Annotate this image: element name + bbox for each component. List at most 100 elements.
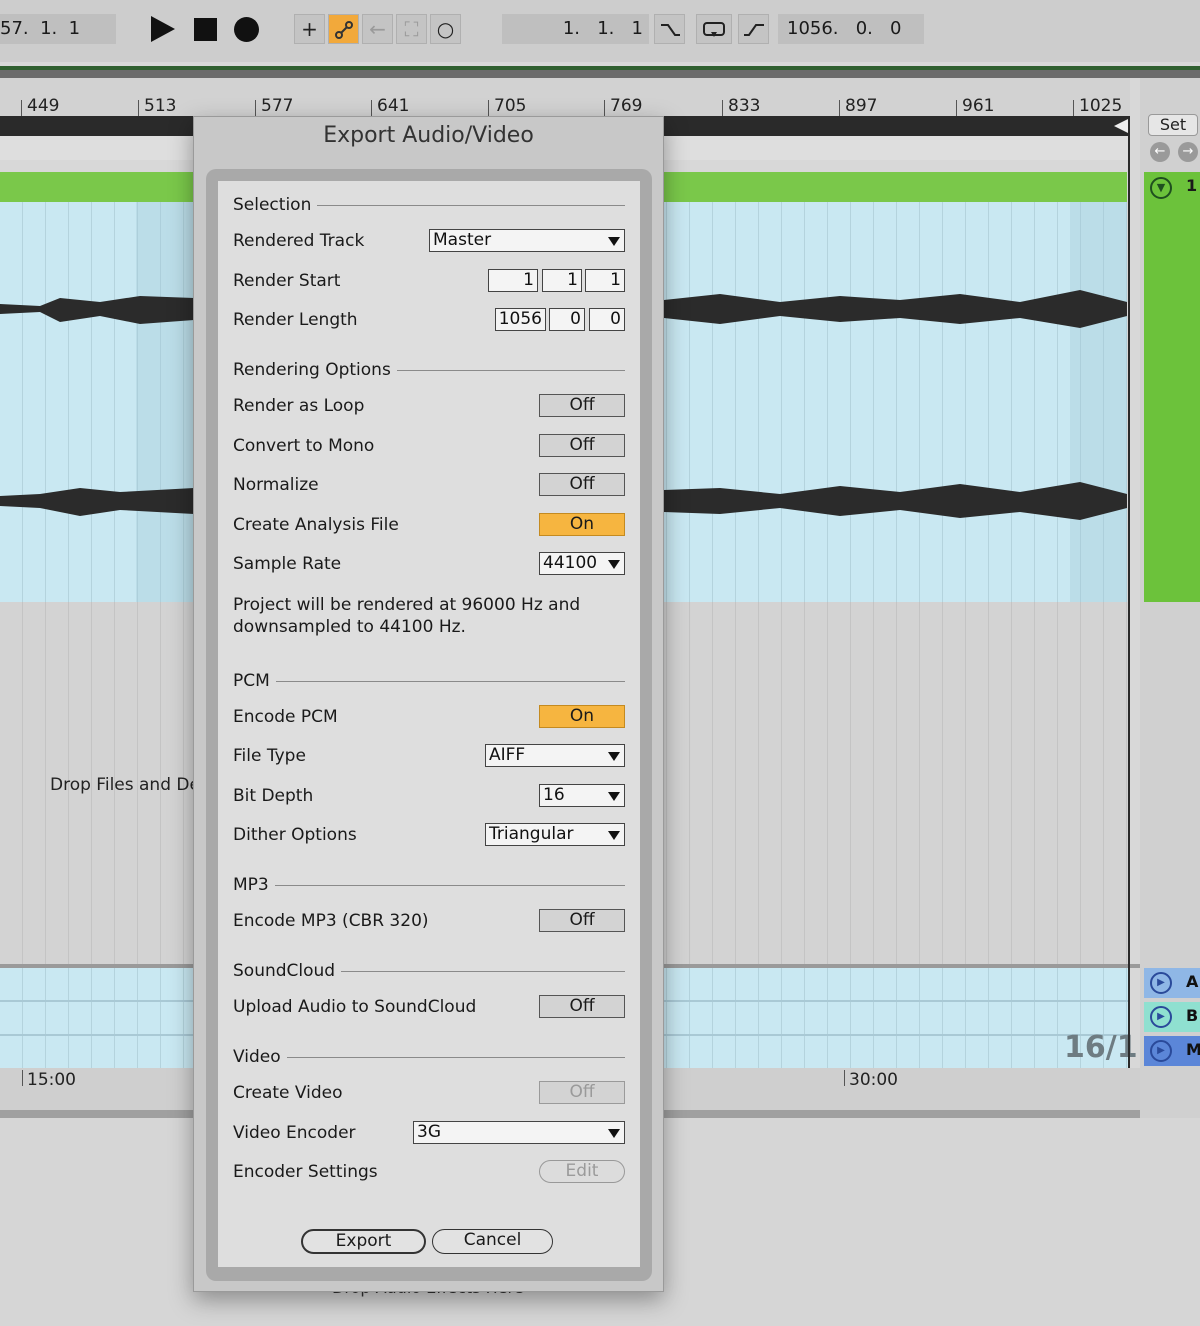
ruler-tick: 897 [838, 96, 878, 116]
play-icon[interactable] [151, 16, 175, 42]
time-marker: 15:00 [22, 1070, 76, 1090]
convert-to-mono-toggle[interactable]: Off [539, 434, 625, 457]
record-icon[interactable] [234, 17, 259, 42]
section-video: Video [233, 1043, 625, 1071]
encode-pcm-row: Encode PCM On [233, 703, 625, 731]
rendered-track-row: Rendered Track Master [233, 227, 625, 255]
section-selection: Selection [233, 191, 625, 219]
render-start-bar-field[interactable]: 1 [488, 269, 538, 292]
ruler-tick: 513 [137, 96, 177, 116]
dialog-title: Export Audio/Video [323, 123, 534, 148]
track-number: 1 [1186, 176, 1198, 195]
section-mp3: MP3 [233, 871, 625, 899]
ruler-tick: 961 [955, 96, 995, 116]
track-header[interactable] [1144, 172, 1200, 602]
convert-to-mono-row: Convert to Mono Off [233, 432, 625, 460]
stop-icon[interactable] [194, 18, 217, 41]
dropdown-arrow-icon [608, 752, 620, 761]
return-track-b[interactable]: ▶ B [1144, 1002, 1200, 1032]
previous-locator-icon[interactable]: ← [1150, 142, 1170, 162]
transport-bar: 57. 1. 1 + ← ⛶ ○ 1. 1. 1 1056. 0. 0 [0, 0, 1200, 62]
loop-length-display[interactable]: 1056. 0. 0 [778, 14, 924, 44]
create-analysis-row: Create Analysis File On [233, 511, 625, 539]
video-encoder-row: Video Encoder 3G [233, 1119, 625, 1147]
dropdown-arrow-icon [608, 792, 620, 801]
overdub-circle-icon[interactable]: ○ [430, 14, 461, 44]
back-arrow-icon[interactable]: ← [362, 14, 393, 44]
render-start-beat-field[interactable]: 1 [542, 269, 582, 292]
punch-in-icon[interactable] [654, 14, 685, 44]
render-as-loop-row: Render as Loop Off [233, 392, 625, 420]
normalize-row: Normalize Off [233, 471, 625, 499]
fold-track-icon[interactable]: ▼ [1150, 177, 1172, 199]
section-soundcloud: SoundCloud [233, 957, 625, 985]
ruler-tick: 833 [721, 96, 761, 116]
export-dialog: Export Audio/Video Selection Rendered Tr… [193, 116, 664, 1292]
video-encoder-select[interactable]: 3G [413, 1121, 625, 1144]
dropdown-arrow-icon [608, 237, 620, 246]
render-length-beat-field[interactable]: 0 [549, 308, 585, 331]
dropdown-arrow-icon [608, 831, 620, 840]
render-start-row: Render Start 1 1 1 [233, 267, 625, 295]
cancel-button[interactable]: Cancel [432, 1229, 553, 1254]
render-length-bar-field[interactable]: 1056 [495, 308, 546, 331]
sample-rate-select[interactable]: 44100 [539, 552, 625, 575]
loop-end-marker[interactable] [1114, 119, 1128, 133]
file-type-row: File Type AIFF [233, 742, 625, 770]
create-analysis-toggle[interactable]: On [539, 513, 625, 536]
upload-soundcloud-row: Upload Audio to SoundCloud Off [233, 993, 625, 1021]
drop-files-hint: Drop Files and De [50, 775, 200, 795]
sample-rate-row: Sample Rate 44100 [233, 550, 625, 578]
bit-depth-select[interactable]: 16 [539, 784, 625, 807]
ruler-tick: 449 [20, 96, 60, 116]
render-as-loop-toggle[interactable]: Off [539, 394, 625, 417]
punch-out-icon[interactable] [738, 14, 769, 44]
export-button[interactable]: Export [301, 1229, 426, 1254]
upload-soundcloud-toggle[interactable]: Off [539, 995, 625, 1018]
add-icon[interactable]: + [294, 14, 325, 44]
dropdown-arrow-icon [608, 1129, 620, 1138]
encoder-settings-edit-button[interactable]: Edit [539, 1160, 625, 1183]
set-locator-button[interactable]: Set [1148, 114, 1198, 136]
next-locator-icon[interactable]: → [1178, 142, 1198, 162]
dialog-frame: Selection Rendered Track Master Render S… [206, 169, 652, 1281]
return-track-a[interactable]: ▶ A [1144, 968, 1200, 998]
file-type-select[interactable]: AIFF [485, 744, 625, 767]
render-length-row: Render Length 1056 0 0 [233, 306, 625, 334]
loop-start-display[interactable]: 1. 1. 1 [502, 14, 649, 44]
encode-mp3-toggle[interactable]: Off [539, 909, 625, 932]
punch-icon[interactable]: ⛶ [396, 14, 427, 44]
loop-end-line [1128, 116, 1130, 1076]
encode-pcm-toggle[interactable]: On [539, 705, 625, 728]
play-circle-icon[interactable]: ▶ [1150, 972, 1172, 994]
render-start-sixteenth-field[interactable]: 1 [585, 269, 625, 292]
loop-switch-icon[interactable] [696, 14, 732, 44]
ruler-tick: 641 [370, 96, 410, 116]
encode-mp3-row: Encode MP3 (CBR 320) Off [233, 907, 625, 935]
beat-ruler[interactable]: 449 513 577 641 705 769 833 897 961 1025 [0, 78, 1130, 116]
rendered-track-select[interactable]: Master [429, 229, 625, 252]
play-circle-icon[interactable]: ▶ [1150, 1006, 1172, 1028]
ruler-tick: 1025 [1072, 96, 1123, 116]
dither-row: Dither Options Triangular [233, 821, 625, 849]
section-rendering-options: Rendering Options [233, 356, 625, 384]
ruler-tick: 705 [487, 96, 527, 116]
encoder-settings-row: Encoder Settings Edit [233, 1158, 625, 1186]
create-video-toggle[interactable]: Off [539, 1081, 625, 1104]
time-marker: 30:00 [844, 1070, 898, 1090]
ruler-tick: 769 [603, 96, 643, 116]
ruler-tick: 577 [254, 96, 294, 116]
master-track[interactable]: ▶ M [1144, 1036, 1200, 1066]
render-length-sixteenth-field[interactable]: 0 [589, 308, 625, 331]
sample-rate-note: Project will be rendered at 96000 Hz and… [233, 595, 581, 637]
dither-select[interactable]: Triangular [485, 823, 625, 846]
draw-mode-icon[interactable] [328, 14, 359, 44]
zoom-indicator: 16/1 [1064, 1030, 1138, 1065]
dropdown-arrow-icon [608, 560, 620, 569]
bit-depth-row: Bit Depth 16 [233, 782, 625, 810]
song-position-display[interactable]: 57. 1. 1 [0, 14, 116, 44]
play-circle-icon[interactable]: ▶ [1150, 1040, 1172, 1062]
dialog-body: Selection Rendered Track Master Render S… [218, 181, 640, 1267]
normalize-toggle[interactable]: Off [539, 473, 625, 496]
create-video-row: Create Video Off [233, 1079, 625, 1107]
